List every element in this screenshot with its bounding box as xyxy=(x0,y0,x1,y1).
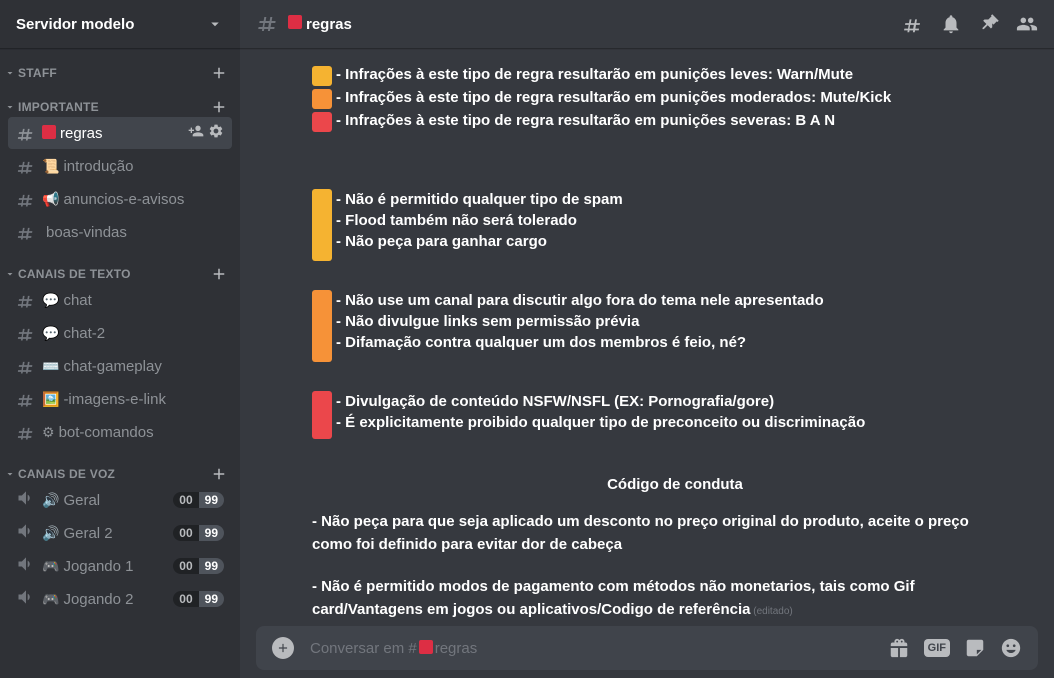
channel-list: STAFFIMPORTANTEregras📜introdução📢anuncio… xyxy=(0,48,240,678)
category-header[interactable]: IMPORTANTE xyxy=(0,82,240,116)
text-channel[interactable]: 📜introdução xyxy=(8,150,232,182)
channel-sidebar: Servidor modelo STAFFIMPORTANTEregras📜in… xyxy=(0,0,240,678)
channel-emoji xyxy=(288,15,302,33)
invite-icon[interactable] xyxy=(188,123,204,143)
members-icon[interactable] xyxy=(1016,13,1038,35)
text-channel[interactable]: boas-vindas xyxy=(8,216,232,248)
rule-group: - Divulgação de conteúdo NSFW/NSFL (EX: … xyxy=(312,391,1038,439)
gear-icon[interactable] xyxy=(208,123,224,143)
sticker-icon[interactable] xyxy=(964,637,986,659)
text-channel[interactable]: 🖼️-imagens-e-link xyxy=(8,383,232,415)
attach-button[interactable] xyxy=(272,637,294,659)
gif-button[interactable]: GIF xyxy=(924,639,950,657)
channel-title: regras xyxy=(288,15,352,33)
rule-legend: - Infrações à este tipo de regra resulta… xyxy=(312,87,1038,109)
text-channel[interactable]: 💬chat xyxy=(8,284,232,316)
rule-group: - Não é permitido qualquer tipo de spam-… xyxy=(312,189,1038,261)
server-name: Servidor modelo xyxy=(16,16,134,33)
threads-icon[interactable] xyxy=(902,13,924,35)
input-placeholder: Conversar em #regras xyxy=(310,640,888,657)
rule-legend: - Infrações à este tipo de regra resulta… xyxy=(312,110,1038,132)
rule-legend: - Infrações à este tipo de regra resulta… xyxy=(312,64,1038,86)
conduct-rule: - Não é permitido modos de pagamento com… xyxy=(312,574,1038,626)
text-channel[interactable]: 📢anuncios-e-avisos xyxy=(8,183,232,215)
server-header[interactable]: Servidor modelo xyxy=(0,0,240,48)
voice-channel[interactable]: 🔊Geral 20099 xyxy=(8,517,232,549)
conduct-heading: Código de conduta xyxy=(312,468,1038,509)
text-channel[interactable]: ⚙bot-comandos xyxy=(8,416,232,448)
category-header[interactable]: CANAIS DE VOZ xyxy=(0,449,240,483)
voice-channel[interactable]: 🎮Jogando 10099 xyxy=(8,550,232,582)
pin-icon[interactable] xyxy=(978,13,1000,35)
category-header[interactable]: CANAIS DE TEXTO xyxy=(0,249,240,283)
text-channel[interactable]: 💬chat-2 xyxy=(8,317,232,349)
gift-icon[interactable] xyxy=(888,637,910,659)
conduct-rule: - Não peça para que seja aplicado um des… xyxy=(312,509,1038,574)
rule-group: - Não use um canal para discutir algo fo… xyxy=(312,290,1038,362)
plus-icon xyxy=(276,641,290,655)
bell-icon[interactable] xyxy=(940,13,962,35)
hash-icon xyxy=(256,10,288,39)
message-input[interactable]: Conversar em #regras GIF xyxy=(256,626,1038,670)
topbar: regras xyxy=(240,0,1054,48)
message-content: - Infrações à este tipo de regra resulta… xyxy=(240,48,1054,626)
chevron-down-icon xyxy=(206,15,224,33)
text-channel[interactable]: ⌨️chat-gameplay xyxy=(8,350,232,382)
emoji-icon[interactable] xyxy=(1000,637,1022,659)
voice-channel[interactable]: 🎮Jogando 20099 xyxy=(8,583,232,615)
input-area: Conversar em #regras GIF xyxy=(240,626,1054,678)
voice-channel[interactable]: 🔊Geral0099 xyxy=(8,484,232,516)
category-header[interactable]: STAFF xyxy=(0,48,240,82)
text-channel[interactable]: regras xyxy=(8,117,232,149)
main-panel: regras - Infrações à este tipo de regra … xyxy=(240,0,1054,678)
